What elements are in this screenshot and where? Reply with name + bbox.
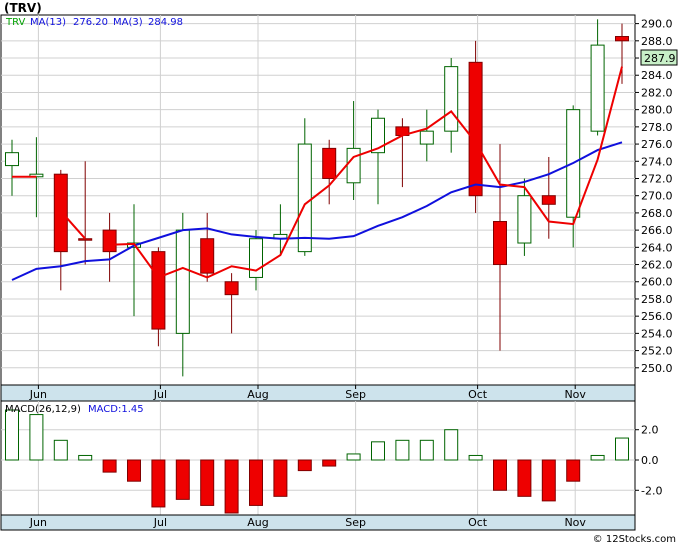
price-x-axis-strip <box>0 384 636 402</box>
macd-bar <box>419 439 434 461</box>
macd-y-tick-label: -2.0 <box>641 484 662 497</box>
candle-body <box>493 221 507 266</box>
price-panel-frame <box>0 14 636 386</box>
price-x-tick-label: Oct <box>468 388 488 401</box>
macd-bar <box>273 459 288 497</box>
macd-x-tick-label: Aug <box>247 516 268 529</box>
price-y-tick-label: 280.0 <box>641 104 673 117</box>
price-x-tick-label: Aug <box>247 388 268 401</box>
macd-bar <box>590 454 605 461</box>
candle-body <box>102 229 117 253</box>
price-y-tick-label: 290.0 <box>641 18 673 31</box>
price-x-tick-label: Nov <box>564 388 586 401</box>
price-y-tick-label: 270.0 <box>641 190 673 203</box>
macd-bar <box>322 459 337 467</box>
macd-bar <box>371 441 385 461</box>
price-y-tick-label: 284.0 <box>641 69 673 82</box>
price-y-tick-label: 282.0 <box>641 86 673 99</box>
macd-bar <box>78 454 93 461</box>
macd-x-tick-label: Jul <box>153 516 167 529</box>
candle-body <box>322 147 337 179</box>
price-y-tick-label: 274.0 <box>641 155 673 168</box>
macd-bar <box>29 414 44 461</box>
macd-bar <box>5 409 19 461</box>
candle-body <box>346 147 361 184</box>
price-panel: 250.0 252.0 254.0 256.0 258.0 260.0 262.0 264.0… <box>0 14 678 386</box>
macd-bar <box>102 459 117 473</box>
candle-body <box>590 44 605 132</box>
price-y-tick-label: 268.0 <box>641 207 673 220</box>
price-y-tick-label: 252.0 <box>641 345 673 358</box>
candle-body <box>419 130 434 145</box>
candle-body <box>615 36 629 42</box>
last-price-label: 287.9 <box>644 52 676 65</box>
price-y-axis: 250.0 252.0 254.0 256.0 258.0 260.0 262.0 264.0… <box>635 18 673 375</box>
macd-bar <box>468 454 483 461</box>
price-y-tick-label: 256.0 <box>641 310 673 323</box>
macd-y-tick-label: 2.0 <box>641 424 659 437</box>
candle-body <box>541 195 556 205</box>
price-y-tick-label: 250.0 <box>641 362 673 375</box>
macd-x-tick-label: Jun <box>29 516 47 529</box>
macd-bar <box>175 459 190 500</box>
price-y-tick-label: 260.0 <box>641 276 673 289</box>
legend-ma3-value: 284.98 <box>148 17 183 28</box>
macd-bar <box>249 459 263 506</box>
candle-body <box>224 281 239 296</box>
candle-body <box>468 61 483 197</box>
candle-body <box>151 251 166 330</box>
legend-ma3-label: MA(3) <box>113 17 143 28</box>
legend-ticker: TRV <box>5 17 26 28</box>
candle-body <box>175 229 190 334</box>
price-x-tick-label: Jun <box>29 388 47 401</box>
macd-label: MACD(26,12,9) <box>5 404 81 415</box>
macd-bar <box>517 459 532 497</box>
candle-body <box>249 238 263 278</box>
candle-body <box>200 238 215 274</box>
trv-stock-chart: (TRV) 250.0 252.0 254.0 256.0 258.0 260.0 262.… <box>0 0 680 546</box>
price-y-tick-label: 278.0 <box>641 121 673 134</box>
legend-ma13-value: 276.20 <box>73 17 108 28</box>
price-y-tick-label: 276.0 <box>641 138 673 151</box>
price-y-tick-label: 288.0 <box>641 35 673 48</box>
macd-bar <box>224 459 239 514</box>
macd-bar <box>566 459 581 482</box>
macd-panel: -2.0 0.0 2.0 MACD(26,12,9) MACD:1.45 <box>0 400 662 516</box>
candle-body <box>78 238 93 241</box>
macd-x-tick-label: Sep <box>345 516 366 529</box>
macd-panel-frame <box>0 400 636 516</box>
macd-bar <box>200 459 215 506</box>
macd-value: MACD:1.45 <box>88 404 144 415</box>
price-y-tick-label: 254.0 <box>641 327 673 340</box>
price-y-tick-label: 262.0 <box>641 259 673 272</box>
candle-body <box>444 66 459 132</box>
chart-title: (TRV) <box>4 1 42 15</box>
legend-ma13-label: MA(13) <box>30 17 66 28</box>
macd-bar <box>53 439 68 461</box>
price-x-tick-label: Sep <box>345 388 366 401</box>
footer-credit: © 12Stocks.com <box>593 534 676 545</box>
macd-bar <box>151 459 166 508</box>
macd-bar <box>127 459 141 482</box>
macd-bar <box>541 459 556 502</box>
macd-x-tick-label: Oct <box>468 516 488 529</box>
macd-bar <box>395 439 410 461</box>
macd-y-tick-label: 0.0 <box>641 454 659 467</box>
price-y-tick-label: 266.0 <box>641 224 673 237</box>
candle-body <box>517 195 532 244</box>
macd-bar <box>493 459 507 491</box>
macd-x-axis-strip <box>0 514 636 531</box>
price-y-tick-label: 264.0 <box>641 241 673 254</box>
price-x-tick-label: Jul <box>153 388 167 401</box>
macd-bar <box>346 453 361 461</box>
macd-bar <box>615 437 629 461</box>
price-y-tick-label: 258.0 <box>641 293 673 306</box>
price-y-tick-label: 272.0 <box>641 172 673 185</box>
candle-body <box>53 173 68 253</box>
candle-body <box>5 152 19 167</box>
macd-x-tick-label: Nov <box>564 516 586 529</box>
macd-bar <box>297 459 312 472</box>
macd-bar <box>444 429 459 461</box>
candle-body <box>297 143 312 253</box>
